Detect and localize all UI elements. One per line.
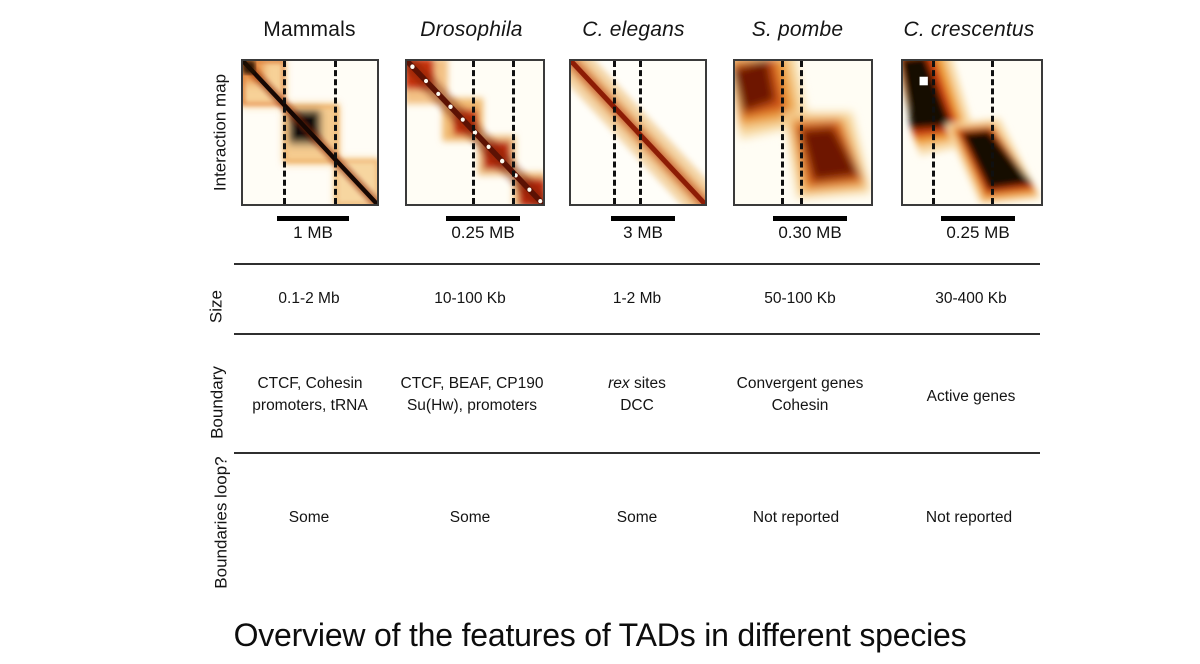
boundary-cell-c-elegans: rex sites DCC: [568, 373, 706, 418]
scalebar-line: [773, 216, 847, 221]
scalebar-line: [446, 216, 520, 221]
size-cell-c-crescentus: 30-400 Kb: [935, 290, 1007, 307]
divider-top: [234, 263, 1040, 265]
size-cell-s-pombe: 50-100 Kb: [764, 290, 836, 307]
scalebar-line: [277, 216, 349, 221]
size-cell-drosophila: 10-100 Kb: [434, 290, 506, 307]
boundary-marker: [334, 61, 338, 204]
scalebar-c-elegans: 3 MB: [578, 216, 708, 243]
row-label-boundaries-loop: Boundaries loop?: [211, 456, 231, 589]
loop-cell-c-crescentus: Not reported: [925, 509, 1013, 526]
scalebar-label: 0.25 MB: [451, 223, 515, 242]
divider-size-boundary: [234, 333, 1040, 335]
loop-cell-s-pombe: Not reported: [752, 509, 840, 526]
scalebar-mammals: 1 MB: [248, 216, 378, 243]
boundary-marker: [991, 61, 995, 204]
row-label-interaction-map: Interaction map: [210, 73, 230, 192]
interaction-map-c-elegans: [569, 59, 707, 206]
boundary-marker: [639, 61, 643, 204]
scalebar-label: 0.30 MB: [778, 223, 842, 242]
boundary-marker: [283, 61, 287, 204]
scalebar-c-crescentus: 0.25 MB: [910, 216, 1046, 243]
scalebar-drosophila: 0.25 MB: [415, 216, 551, 243]
boundary-marker: [612, 61, 616, 204]
size-cell-c-elegans: 1-2 Mb: [612, 290, 662, 307]
scalebar-label: 1 MB: [293, 223, 333, 242]
figure-caption: Overview of the features of TADs in diff…: [233, 617, 967, 653]
column-header-c-elegans: C. elegans: [582, 18, 685, 41]
size-cell-mammals: 0.1-2 Mb: [278, 290, 340, 307]
column-header-c-crescentus: C. crescentus: [903, 18, 1035, 41]
loop-cell-c-elegans: Some: [616, 509, 658, 526]
loop-cell-drosophila: Some: [449, 509, 491, 526]
loop-cell-mammals: Some: [288, 509, 330, 526]
divider-boundary-loop: [234, 452, 1040, 454]
boundary-cell-s-pombe: Convergent genes Cohesin: [736, 375, 864, 415]
scalebar-line: [611, 216, 675, 221]
column-header-mammals: Mammals: [263, 18, 356, 41]
boundary-marker: [800, 61, 804, 204]
scalebar-label: 3 MB: [623, 223, 663, 242]
boundary-marker: [472, 61, 476, 204]
figure-root: Mammals Drosophila C. elegans S. pombe C…: [0, 0, 1200, 664]
heatmap-canvas-mammals: [243, 61, 377, 204]
boundary-marker: [931, 61, 935, 204]
interaction-map-drosophila: [405, 59, 545, 206]
heatmap-canvas-c-crescentus: [903, 61, 1041, 204]
boundary-cell-mammals: CTCF, Cohesin promoters, tRNA: [252, 375, 368, 415]
column-header-drosophila: Drosophila: [420, 18, 523, 41]
interaction-map-mammals: [241, 59, 379, 206]
row-label-size: Size: [206, 289, 226, 324]
column-header-s-pombe: S. pombe: [751, 18, 844, 41]
interaction-map-c-crescentus: [901, 59, 1043, 206]
boundary-cell-drosophila: CTCF, BEAF, CP190 Su(Hw), promoters: [400, 375, 544, 415]
boundary-marker: [511, 61, 515, 204]
rex-italic-text: rex: [608, 375, 630, 392]
boundary-marker: [781, 61, 785, 204]
boundary-cell-c-crescentus: Active genes: [926, 388, 1016, 405]
heatmap-canvas-c-elegans: [571, 61, 705, 204]
scalebar-line: [941, 216, 1015, 221]
scalebar-label: 0.25 MB: [946, 223, 1010, 242]
interaction-map-s-pombe: [733, 59, 873, 206]
scalebar-s-pombe: 0.30 MB: [742, 216, 878, 243]
